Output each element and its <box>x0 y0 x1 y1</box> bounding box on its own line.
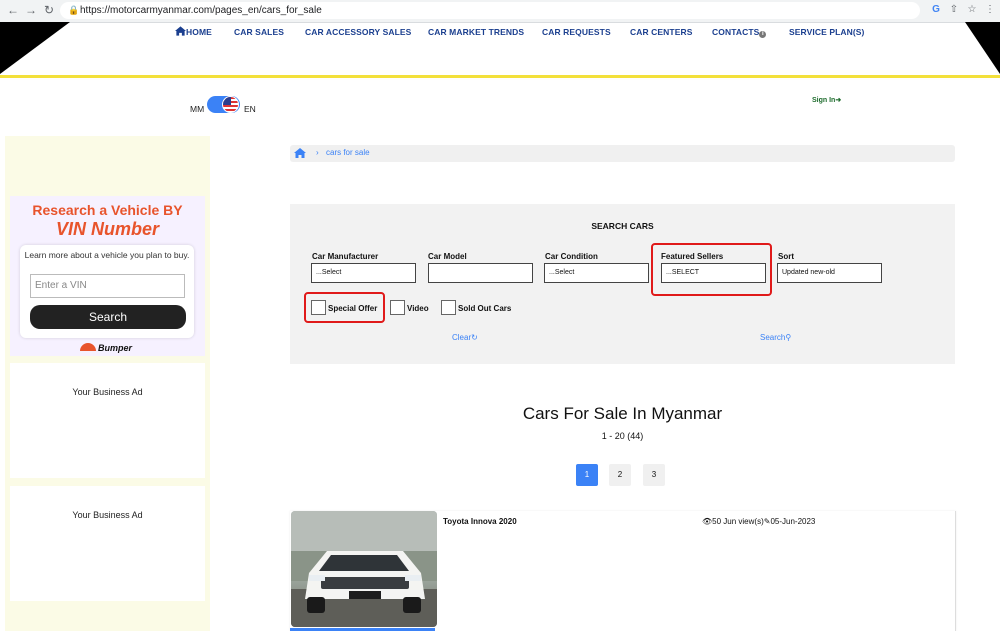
signin-label: Sign In <box>812 97 836 104</box>
menu-icon[interactable]: ⋮ <box>984 4 996 16</box>
manufacturer-select[interactable]: ...Select <box>311 263 416 283</box>
refresh-icon: ↻ <box>471 333 478 342</box>
header-decoration-left <box>0 22 70 74</box>
car-photo[interactable] <box>291 511 437 627</box>
search-title: SEARCH CARS <box>591 221 654 231</box>
bumper-icon <box>80 343 96 351</box>
lock-icon: 🔒 <box>68 5 80 15</box>
sort-select[interactable]: Updated new-old <box>777 263 882 283</box>
search-label: Search <box>760 333 786 342</box>
home-icon <box>175 26 186 36</box>
business-ad-1-text: Your Business Ad <box>72 387 143 397</box>
business-ad-2-text: Your Business Ad <box>72 510 143 520</box>
vin-ad-title: Research a Vehicle BY <box>32 202 183 218</box>
nav-contacts[interactable]: CONTACTS i <box>712 26 767 38</box>
page-3-button[interactable]: 3 <box>643 464 665 486</box>
breadcrumb-chevron-icon: › <box>316 148 319 157</box>
lang-mm-label: MM <box>190 104 205 114</box>
nav-car-market-trends[interactable]: CAR MARKET TRENDS <box>428 26 524 38</box>
eye-icon: 👁 <box>702 517 713 526</box>
clear-label: Clear <box>452 333 472 342</box>
featured-sellers-label: Featured Sellers <box>661 252 724 261</box>
nav-car-requests[interactable]: CAR REQUESTS <box>542 26 611 38</box>
sold-out-label: Sold Out Cars <box>458 304 512 313</box>
nav-car-accessory-sales[interactable]: CAR ACCESSORY SALES <box>305 26 411 38</box>
bumper-label: Bumper <box>98 343 133 353</box>
breadcrumb <box>290 145 955 162</box>
car-image <box>291 511 437 627</box>
listing-title[interactable]: Toyota Innova 2020 <box>443 517 517 526</box>
login-icon: ➜ <box>835 97 842 104</box>
listing-date: 05-Jun-2023 <box>770 517 816 526</box>
sort-label: Sort <box>778 252 794 261</box>
page-2-button[interactable]: 2 <box>609 464 631 486</box>
forward-icon[interactable]: → <box>24 3 38 17</box>
condition-label: Car Condition <box>545 252 598 261</box>
breadcrumb-current[interactable]: cars for sale <box>326 148 370 158</box>
manufacturer-label: Car Manufacturer <box>312 252 379 261</box>
video-checkbox[interactable] <box>390 300 405 315</box>
star-icon[interactable]: ☆ <box>966 4 978 16</box>
breadcrumb-home-icon[interactable] <box>294 148 306 158</box>
nav-service-plans[interactable]: SERVICE PLAN(S) <box>789 26 865 38</box>
vin-ad-subtitle: VIN Number <box>55 219 160 239</box>
lang-en-label: EN <box>244 104 256 114</box>
results-count: 1 - 20 (44) <box>601 431 644 441</box>
featured-sellers-select[interactable]: ...SELECT <box>661 263 766 283</box>
search-icon: ⚲ <box>785 333 792 342</box>
search-button[interactable]: Search⚲ <box>760 333 791 342</box>
page-1-button[interactable]: 1 <box>576 464 598 486</box>
special-offer-label: Special Offer <box>328 304 378 313</box>
nav-car-centers[interactable]: CAR CENTERS <box>630 26 693 38</box>
nav-car-sales[interactable]: CAR SALES <box>234 26 284 38</box>
info-icon: i <box>759 31 767 38</box>
nav-home-label: HOME <box>186 27 212 37</box>
header-decoration-right <box>965 22 1000 74</box>
back-icon[interactable]: ← <box>6 3 20 17</box>
nav-contacts-label: CONTACTS <box>712 27 760 37</box>
business-ad-1[interactable]: Your Business Ad <box>10 363 205 478</box>
header-divider <box>0 75 1000 78</box>
vin-ad-description: Learn more about a vehicle you plan to b… <box>24 250 190 260</box>
url-text: https://motorcarmyanmar.com/pages_en/car… <box>80 5 322 16</box>
us-flag-icon <box>222 96 239 113</box>
browser-toolbar: ← → ↻ 🔒 https://motorcarmyanmar.com/page… <box>0 0 1000 23</box>
video-label: Video <box>407 304 429 313</box>
vin-input[interactable]: Enter a VIN <box>30 274 185 298</box>
results-title: Cars For Sale In Myanmar <box>522 404 723 423</box>
special-offer-checkbox[interactable] <box>311 300 326 315</box>
signin-link[interactable]: Sign In➜ <box>812 96 841 104</box>
sold-out-checkbox[interactable] <box>441 300 456 315</box>
nav-home[interactable]: HOME <box>175 26 212 38</box>
listing-views: 50 Jun view(s) <box>712 517 764 526</box>
condition-select[interactable]: ...Select <box>544 263 649 283</box>
bumper-logo: Bumper <box>80 343 132 353</box>
clear-button[interactable]: Clear↻ <box>452 333 478 342</box>
vin-search-button[interactable]: Search <box>30 305 186 329</box>
share-icon[interactable]: ⇧ <box>948 4 960 16</box>
business-ad-2[interactable]: Your Business Ad <box>10 486 205 601</box>
model-label: Car Model <box>428 252 467 261</box>
listing-meta: 👁50 Jun view(s)✎05-Jun-2023 <box>702 517 815 526</box>
reload-icon[interactable]: ↻ <box>42 3 56 17</box>
model-select[interactable] <box>428 263 533 283</box>
google-icon[interactable]: G <box>930 4 942 16</box>
address-bar[interactable]: 🔒 https://motorcarmyanmar.com/pages_en/c… <box>60 2 920 19</box>
flag-canton <box>223 97 231 105</box>
